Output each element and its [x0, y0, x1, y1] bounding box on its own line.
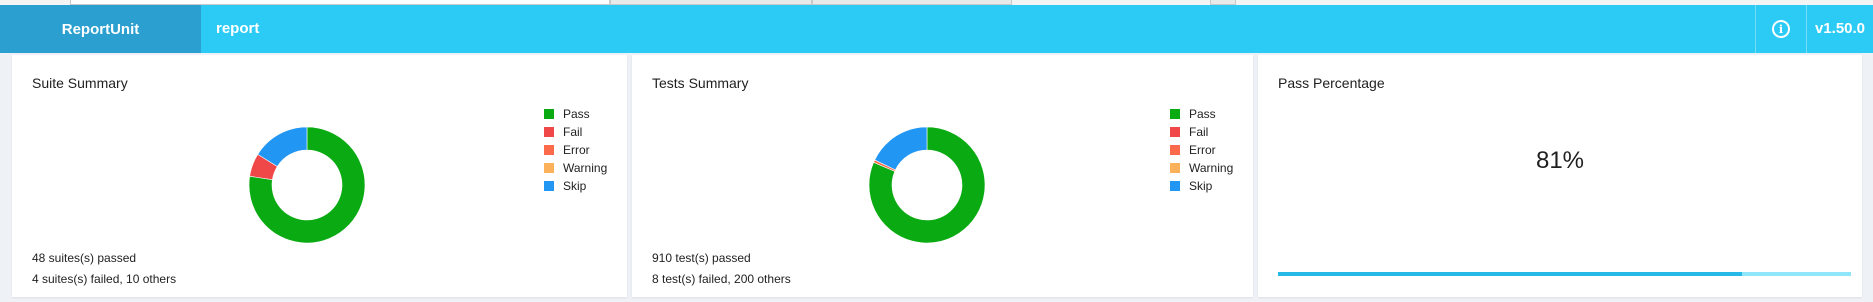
card-title: Tests Summary [652, 75, 749, 91]
navbar: ReportUnit report i v1.50.0 [0, 5, 1873, 53]
legend-item-fail[interactable]: Fail [544, 123, 607, 141]
legend-item-skip[interactable]: Skip [544, 177, 607, 195]
pass-percentage-value: 81% [1535, 147, 1585, 174]
legend-swatch [1170, 181, 1180, 191]
suite-stats: 48 suites(s) passed 4 suites(s) failed, … [32, 248, 176, 290]
legend-label: Warning [1189, 161, 1234, 175]
brand-text: ReportUnit [61, 20, 140, 38]
legend-swatch [544, 145, 554, 155]
navbar-right: i v1.50.0 [1755, 5, 1873, 53]
legend-swatch [1170, 163, 1180, 173]
pass-percentage-card: Pass Percentage 81% [1258, 55, 1862, 297]
legend: Pass Fail Error Warning Skip [1170, 105, 1233, 195]
legend-label: Fail [563, 125, 583, 139]
tests-failed-text: 8 test(s) failed, 200 others [652, 272, 791, 286]
legend-item-pass[interactable]: Pass [1170, 105, 1233, 123]
pass-progress-fill [1278, 272, 1743, 276]
legend-label: Skip [563, 179, 587, 193]
legend-item-warning[interactable]: Warning [1170, 159, 1233, 177]
tests-passed-text: 910 test(s) passed [652, 251, 751, 265]
legend-item-error[interactable]: Error [544, 141, 607, 159]
legend-swatch [1170, 145, 1180, 155]
legend-swatch [544, 109, 554, 119]
legend-label: Error [563, 143, 590, 157]
legend-item-warning[interactable]: Warning [544, 159, 607, 177]
pass-progress-bar [1278, 272, 1851, 276]
suite-summary-card: Suite Summary Pass Fail Error Warning Sk… [12, 55, 627, 297]
card-title: Suite Summary [32, 75, 128, 91]
tests-stats: 910 test(s) passed 8 test(s) failed, 200… [652, 248, 791, 290]
card-title: Pass Percentage [1278, 75, 1385, 91]
legend-item-fail[interactable]: Fail [1170, 123, 1233, 141]
legend-swatch [544, 163, 554, 173]
legend-label: Fail [1189, 125, 1209, 139]
suite-passed-text: 48 suites(s) passed [32, 251, 137, 265]
legend-swatch [1170, 127, 1180, 137]
legend-label: Skip [1189, 179, 1213, 193]
info-icon: i [1772, 20, 1790, 38]
suite-donut-chart [248, 126, 366, 244]
version-label: v1.50.0 [1806, 5, 1873, 53]
legend-label: Error [1189, 143, 1216, 157]
legend-item-error[interactable]: Error [1170, 141, 1233, 159]
suite-failed-text: 4 suites(s) failed, 10 others [32, 272, 177, 286]
brand-logo[interactable]: ReportUnit [0, 5, 201, 53]
legend-label: Pass [563, 107, 590, 121]
tests-donut-chart [868, 126, 986, 244]
legend-item-skip[interactable]: Skip [1170, 177, 1233, 195]
report-title: report [216, 20, 260, 37]
legend-item-pass[interactable]: Pass [544, 105, 607, 123]
donut-slice-skip[interactable] [874, 126, 928, 171]
legend: Pass Fail Error Warning Skip [544, 105, 607, 195]
legend-swatch [544, 181, 554, 191]
legend-label: Warning [563, 161, 608, 175]
legend-swatch [1170, 109, 1180, 119]
legend-label: Pass [1189, 107, 1216, 121]
info-button[interactable]: i [1755, 5, 1806, 53]
tests-summary-card: Tests Summary Pass Fail Error Warning Sk… [632, 55, 1253, 297]
legend-swatch [544, 127, 554, 137]
